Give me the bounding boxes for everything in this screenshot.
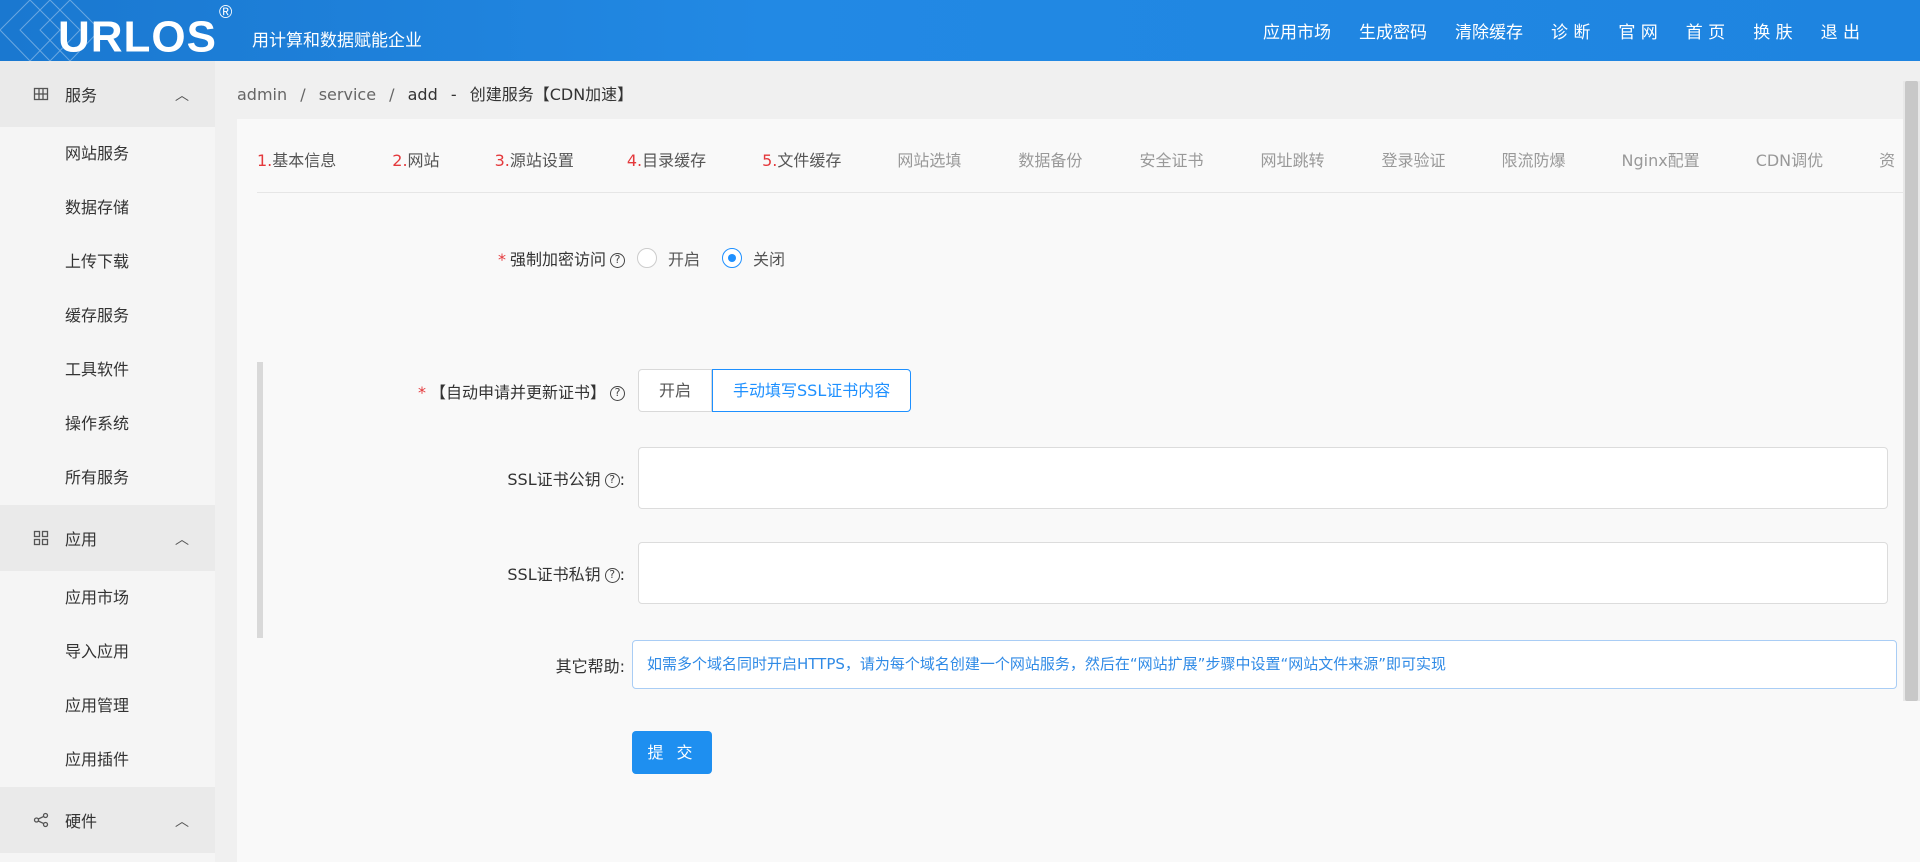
auto-cert-toggle: 开启 手动填写SSL证书内容: [638, 369, 912, 412]
sidebar-item-upload-download[interactable]: 上传下载: [0, 235, 215, 289]
sidebar-group-hardware[interactable]: 硬件 ︿: [0, 787, 215, 853]
force-https-radios: 开启 关闭: [637, 246, 807, 270]
breadcrumb-service[interactable]: service: [319, 85, 376, 104]
help-icon[interactable]: ?: [604, 568, 620, 583]
sidebar: 服务 ︿ 网站服务 数据存储 上传下载 缓存服务 工具软件 操作系统 所有服务 …: [0, 61, 215, 862]
auto-cert-label: * 【自动申请并更新证书】?: [237, 379, 625, 403]
required-mark: *: [417, 382, 426, 402]
tab-bar: 1.基本信息 2.网站 3.源站设置 4.目录缓存 5.文件缓存 网站选填 数据…: [257, 145, 1920, 193]
sidebar-item-all-services[interactable]: 所有服务: [0, 451, 215, 505]
tab-nginx-config[interactable]: Nginx配置: [1622, 145, 1700, 192]
form-panel: 1.基本信息 2.网站 3.源站设置 4.目录缓存 5.文件缓存 网站选填 数据…: [237, 119, 1920, 862]
sidebar-item-cache-service[interactable]: 缓存服务: [0, 289, 215, 343]
breadcrumb-admin[interactable]: admin: [237, 85, 287, 104]
sidebar-item-tools[interactable]: 工具软件: [0, 343, 215, 397]
submit-button[interactable]: 提 交: [632, 731, 712, 774]
nav-logout[interactable]: 退 出: [1821, 18, 1860, 43]
ssl-private-textarea[interactable]: [638, 542, 1888, 604]
tab-website[interactable]: 2.网站: [392, 145, 439, 192]
tab-file-cache[interactable]: 5.文件缓存: [762, 145, 841, 192]
ssl-private-row: SSL证书私钥?:: [237, 542, 1888, 604]
top-nav: 应用市场 生成密码 清除缓存 诊 断 官 网 首 页 换 肤 退 出: [1235, 0, 1860, 61]
sidebar-group-services[interactable]: 服务 ︿: [0, 61, 215, 127]
auto-cert-row: * 【自动申请并更新证书】? 开启 手动填写SSL证书内容: [237, 369, 912, 412]
grid-icon: [33, 87, 49, 101]
registered-mark: ®: [219, 2, 234, 22]
required-mark: *: [497, 250, 506, 269]
breadcrumb-sep: -: [450, 85, 457, 104]
nav-official-site[interactable]: 官 网: [1618, 18, 1657, 43]
tab-ssl-cert[interactable]: 安全证书: [1139, 145, 1203, 192]
sidebar-group-label: 应用: [65, 530, 98, 549]
share-icon: [33, 812, 49, 828]
chevron-up-icon: ︿: [175, 88, 189, 104]
submit-row: 提 交: [632, 731, 712, 774]
sidebar-group-apps[interactable]: 应用 ︿: [0, 505, 215, 571]
nav-generate-password[interactable]: 生成密码: [1359, 18, 1427, 43]
sidebar-item-app-plugins[interactable]: 应用插件: [0, 733, 215, 787]
auto-cert-on-button[interactable]: 开启: [638, 369, 713, 412]
sidebar-group-label: 服务: [65, 86, 98, 105]
sidebar-item-os[interactable]: 操作系统: [0, 397, 215, 451]
sidebar-item-app-market[interactable]: 应用市场: [0, 571, 215, 625]
top-header: URLOS® 用计算和数据赋能企业 应用市场 生成密码 清除缓存 诊 断 官 网…: [0, 0, 1920, 61]
other-help-label: 其它帮助:: [555, 656, 625, 676]
ssl-private-label: SSL证书私钥?:: [507, 565, 625, 584]
tab-rate-limit[interactable]: 限流防爆: [1501, 145, 1565, 192]
tab-url-redirect[interactable]: 网址跳转: [1260, 145, 1324, 192]
tab-origin-settings[interactable]: 3.源站设置: [495, 145, 574, 192]
help-icon[interactable]: ?: [610, 253, 625, 268]
force-https-on-radio[interactable]: 开启: [637, 246, 700, 270]
ssl-public-textarea[interactable]: [638, 447, 1888, 509]
page-scrollbar[interactable]: [1903, 81, 1920, 701]
nav-home[interactable]: 首 页: [1686, 18, 1725, 43]
tab-dir-cache[interactable]: 4.目录缓存: [627, 145, 706, 192]
apps-icon: [33, 530, 49, 546]
breadcrumb-sep: /: [300, 85, 306, 104]
force-https-off-radio[interactable]: 关闭: [722, 246, 785, 270]
manual-cert-button[interactable]: 手动填写SSL证书内容: [712, 369, 912, 412]
page-scrollbar-thumb[interactable]: [1905, 81, 1918, 701]
sidebar-item-import-app[interactable]: 导入应用: [0, 625, 215, 679]
nav-app-market[interactable]: 应用市场: [1263, 18, 1331, 43]
breadcrumb: admin / service / add - 创建服务【CDN加速】: [237, 81, 641, 105]
sidebar-item-web-service[interactable]: 网站服务: [0, 127, 215, 181]
tab-login-auth[interactable]: 登录验证: [1381, 145, 1445, 192]
chevron-up-icon: ︿: [175, 532, 189, 548]
breadcrumb-sep: /: [389, 85, 395, 104]
sidebar-group-label: 硬件: [65, 812, 98, 831]
force-https-row: * 强制加密访问? 开启 关闭: [237, 243, 1920, 273]
breadcrumb-current: 创建服务【CDN加速】: [469, 85, 634, 104]
breadcrumb-add: add: [407, 85, 438, 104]
nav-change-skin[interactable]: 换 肤: [1753, 18, 1792, 43]
tab-data-backup[interactable]: 数据备份: [1018, 145, 1082, 192]
sidebar-item-app-manage[interactable]: 应用管理: [0, 679, 215, 733]
nav-clear-cache[interactable]: 清除缓存: [1455, 18, 1523, 43]
sidebar-item-data-storage[interactable]: 数据存储: [0, 181, 215, 235]
tab-more[interactable]: 资: [1879, 145, 1895, 192]
other-help-row: 其它帮助: 如需多个域名同时开启HTTPS，请为每个域名创建一个网站服务，然后在…: [237, 640, 1897, 689]
slogan: 用计算和数据赋能企业: [252, 31, 422, 51]
help-icon[interactable]: ?: [610, 385, 625, 401]
ssl-public-label: SSL证书公钥?:: [507, 470, 625, 489]
force-https-label: * 强制加密访问?: [237, 246, 625, 270]
ssl-public-row: SSL证书公钥?:: [237, 447, 1888, 509]
chevron-up-icon: ︿: [175, 814, 189, 830]
nav-diagnose[interactable]: 诊 断: [1551, 18, 1590, 43]
tab-cdn-tuning[interactable]: CDN调优: [1756, 145, 1823, 192]
other-help-text: 如需多个域名同时开启HTTPS，请为每个域名创建一个网站服务，然后在“网站扩展”…: [632, 640, 1897, 689]
tab-basic-info[interactable]: 1.基本信息: [257, 145, 336, 192]
main-content: admin / service / add - 创建服务【CDN加速】 1.基本…: [215, 61, 1920, 862]
logo[interactable]: URLOS®: [58, 2, 234, 61]
help-icon[interactable]: ?: [604, 473, 620, 488]
tab-site-options[interactable]: 网站选填: [897, 145, 961, 192]
